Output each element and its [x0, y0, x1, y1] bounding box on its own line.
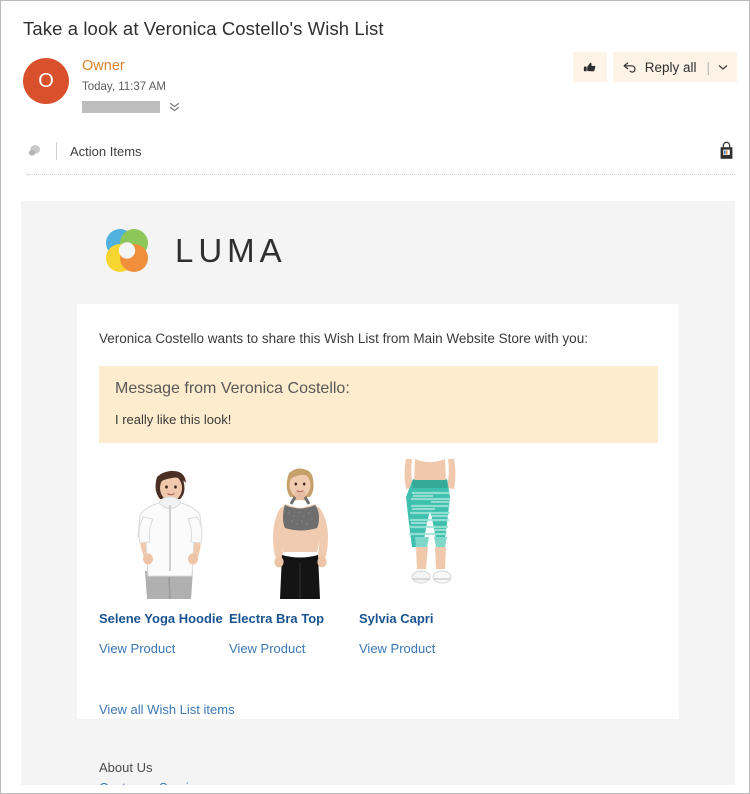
view-all-wishlist-link[interactable]: View all Wish List items	[99, 702, 235, 717]
product-name-link[interactable]: Electra Bra Top	[229, 611, 357, 627]
message-timestamp: Today, 11:37 AM	[82, 80, 166, 93]
wishlist-card: Veronica Costello wants to share this Wi…	[77, 304, 679, 719]
double-chevron-down-icon[interactable]	[169, 101, 180, 113]
view-product-link[interactable]: View Product	[229, 641, 357, 657]
luma-logo[interactable]: LUMA	[99, 223, 735, 279]
recipient-redacted-bar	[82, 100, 160, 113]
product-image-electra-bra-top	[245, 459, 355, 600]
view-product-link[interactable]: View Product	[99, 641, 227, 657]
thumbs-up-icon	[582, 60, 597, 75]
dotted-separator	[27, 174, 735, 176]
share-intro-text: Veronica Costello wants to share this Wi…	[99, 331, 588, 346]
email-reading-pane: Take a look at Veronica Costello's Wish …	[0, 0, 750, 794]
customer-service-link[interactable]: Customer Service	[99, 778, 202, 786]
product-image-selene-yoga-hoodie	[115, 459, 225, 600]
recipient-row	[82, 100, 180, 113]
reply-all-button[interactable]: Reply all |	[612, 52, 737, 83]
product-list: Selene Yoga Hoodie View Product Electra …	[99, 459, 655, 658]
avatar-initial: O	[38, 69, 54, 92]
subject-bar: Take a look at Veronica Costello's Wish …	[1, 1, 749, 48]
sender-name[interactable]: Owner	[82, 57, 180, 77]
message-actions: Reply all |	[572, 52, 737, 83]
message-box-title: Message from Veronica Costello:	[115, 379, 350, 397]
chat-bubble-icon	[27, 143, 44, 159]
reply-all-label: Reply all	[644, 59, 697, 75]
brand-header: LUMA	[21, 201, 735, 279]
email-body: LUMA Veronica Costello wants to share th…	[21, 201, 735, 785]
action-items-bar[interactable]: Action Items	[1, 134, 749, 168]
sender-meta: Owner Today, 11:37 AM	[82, 56, 180, 113]
like-button[interactable]	[572, 52, 607, 83]
page-title: Take a look at Veronica Costello's Wish …	[23, 18, 384, 39]
avatar[interactable]: O	[23, 58, 69, 105]
product-name-link[interactable]: Selene Yoga Hoodie	[99, 611, 227, 627]
product-item: Selene Yoga Hoodie View Product	[99, 459, 227, 658]
view-product-link[interactable]: View Product	[359, 641, 487, 657]
about-us-label: About Us	[99, 760, 153, 775]
personal-message-box: Message from Veronica Costello: I really…	[99, 365, 658, 444]
product-item: Sylvia Capri View Product	[359, 459, 487, 658]
product-item: Electra Bra Top View Product	[229, 459, 357, 658]
action-separator: |	[706, 59, 710, 75]
product-image-sylvia-capri	[375, 459, 485, 600]
chevron-down-icon[interactable]	[718, 64, 728, 71]
luma-flower-logo	[99, 223, 155, 279]
reply-all-icon	[621, 60, 638, 75]
brand-name: LUMA	[175, 232, 287, 269]
vertical-divider	[56, 142, 57, 161]
shopping-bag-icon[interactable]	[718, 141, 735, 161]
sender-row: O Owner Today, 11:37 AM Reply all |	[1, 48, 749, 120]
product-name-link[interactable]: Sylvia Capri	[359, 611, 487, 627]
action-items-label: Action Items	[70, 143, 142, 159]
message-box-body: I really like this look!	[115, 411, 232, 427]
email-footer: About Us Customer Service	[77, 736, 679, 785]
